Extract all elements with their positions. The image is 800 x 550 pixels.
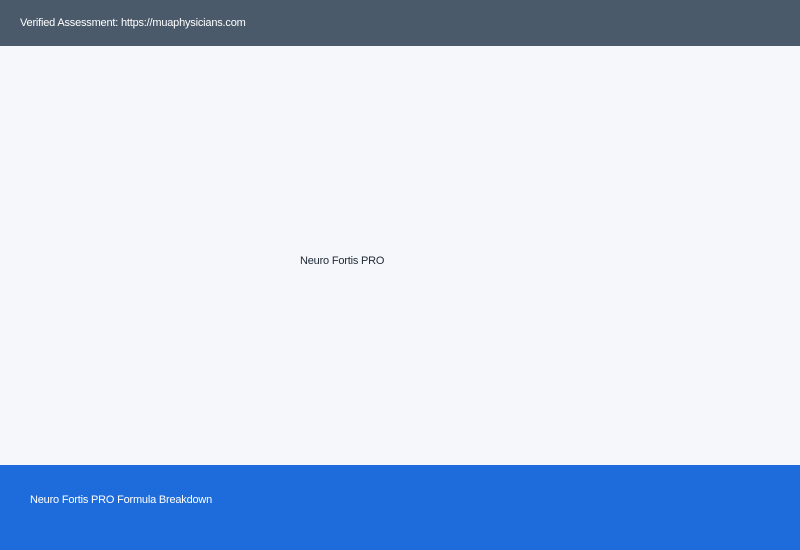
product-name-label: Neuro Fortis PRO (300, 255, 385, 267)
main-content: Neuro Fortis PRO (0, 46, 800, 465)
formula-breakdown-link[interactable]: Neuro Fortis PRO Formula Breakdown (30, 494, 212, 506)
verified-assessment-text: Verified Assessment: https://muaphysicia… (20, 17, 246, 29)
top-banner: Verified Assessment: https://muaphysicia… (0, 0, 800, 46)
footer-banner: Neuro Fortis PRO Formula Breakdown (0, 465, 800, 550)
